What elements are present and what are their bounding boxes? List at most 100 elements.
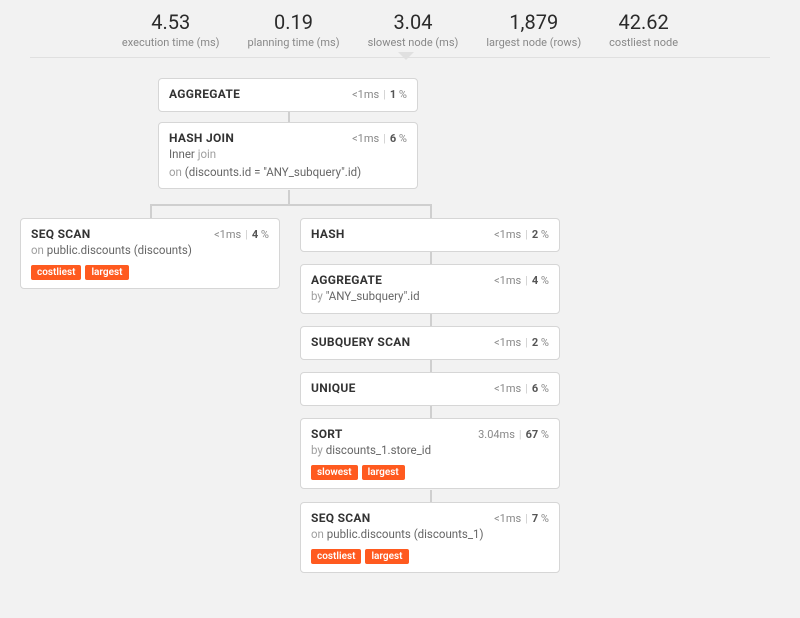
node-pct: 2 — [532, 228, 538, 241]
node-stats: <1ms|4 % — [214, 228, 269, 241]
stat-label: planning time (ms) — [248, 36, 340, 49]
node-subquery-scan[interactable]: SUBQUERY SCAN <1ms|2 % — [300, 326, 560, 360]
node-title: SEQ SCAN — [311, 511, 371, 525]
node-seq-scan-bottom[interactable]: SEQ SCAN <1ms|7 % on public.discounts (d… — [300, 502, 560, 573]
detail-text: Inner — [169, 147, 195, 161]
node-pct: 6 — [390, 132, 396, 145]
stat-execution-time: 4.53 execution time (ms) — [122, 10, 220, 49]
node-header: HASH JOIN <1ms|6 % — [169, 131, 407, 145]
node-title: SORT — [311, 427, 343, 441]
badge-costliest: costliest — [31, 265, 81, 280]
node-detail: on (discounts.id = "ANY_subquery".id) — [169, 165, 407, 181]
node-hash-join[interactable]: HASH JOIN <1ms|6 % Inner join on (discou… — [158, 122, 418, 189]
node-detail: by discounts_1.store_id — [311, 443, 549, 459]
node-title: SEQ SCAN — [31, 227, 91, 241]
node-pct: 4 — [252, 228, 258, 241]
node-stats: <1ms|7 % — [494, 512, 549, 525]
node-pct: 2 — [532, 336, 538, 349]
stat-costliest-node: 42.62 costliest node — [609, 10, 678, 49]
connector — [150, 204, 152, 218]
badges: slowest largest — [311, 465, 549, 480]
connector — [430, 314, 432, 326]
node-time: <1ms — [494, 382, 521, 395]
node-pct: 6 — [532, 382, 538, 395]
node-aggregate-inner[interactable]: AGGREGATE <1ms|4 % by "ANY_subquery".id — [300, 264, 560, 314]
stat-label: slowest node (ms) — [368, 36, 459, 49]
node-header: SEQ SCAN <1ms|4 % — [31, 227, 269, 241]
stat-label: costliest node — [609, 36, 678, 49]
node-hash[interactable]: HASH <1ms|2 % — [300, 218, 560, 252]
node-detail: on public.discounts (discounts) — [31, 243, 269, 259]
connector — [150, 204, 430, 206]
node-title: AGGREGATE — [169, 87, 240, 101]
stat-slowest-node: 3.04 slowest node (ms) — [368, 10, 459, 49]
node-time: <1ms — [494, 336, 521, 349]
node-pct: 67 — [526, 428, 539, 441]
node-time: <1ms — [494, 228, 521, 241]
stat-value: 1,879 — [486, 10, 581, 34]
node-time: <1ms — [352, 88, 379, 101]
stat-label: execution time (ms) — [122, 36, 220, 49]
node-pct: 4 — [532, 274, 538, 287]
detail-text: public.discounts (discounts_1) — [327, 527, 484, 541]
badge-largest: largest — [85, 265, 128, 280]
node-header: SUBQUERY SCAN <1ms|2 % — [311, 335, 549, 349]
connector — [288, 190, 290, 204]
detail-text: "ANY_subquery".id — [326, 289, 420, 303]
node-header: SORT 3.04ms|67 % — [311, 427, 549, 441]
node-sort[interactable]: SORT 3.04ms|67 % by discounts_1.store_id… — [300, 418, 560, 489]
connector — [430, 490, 432, 502]
node-time: <1ms — [352, 132, 379, 145]
node-aggregate-top[interactable]: AGGREGATE <1ms|1 % — [158, 78, 418, 112]
node-stats: <1ms|2 % — [494, 228, 549, 241]
stat-value: 0.19 — [248, 10, 340, 34]
node-time: <1ms — [494, 274, 521, 287]
node-pct: 7 — [532, 512, 538, 525]
node-time: 3.04ms — [478, 428, 515, 441]
node-header: AGGREGATE <1ms|1 % — [169, 87, 407, 101]
stat-label: largest node (rows) — [486, 36, 581, 49]
connector — [430, 360, 432, 372]
node-header: UNIQUE <1ms|6 % — [311, 381, 549, 395]
detail-kw: by — [311, 443, 323, 457]
node-detail: by "ANY_subquery".id — [311, 289, 549, 305]
plan-tree: AGGREGATE <1ms|1 % HASH JOIN <1ms|6 % In… — [0, 58, 800, 618]
node-time: <1ms — [214, 228, 241, 241]
node-stats: 3.04ms|67 % — [478, 428, 549, 441]
node-stats: <1ms|6 % — [352, 132, 407, 145]
node-detail: Inner join — [169, 147, 407, 163]
stat-value: 3.04 — [368, 10, 459, 34]
node-unique[interactable]: UNIQUE <1ms|6 % — [300, 372, 560, 406]
connector — [430, 252, 432, 264]
detail-kw: join — [198, 147, 216, 161]
node-title: HASH JOIN — [169, 131, 234, 145]
badges: costliest largest — [31, 265, 269, 280]
node-title: SUBQUERY SCAN — [311, 335, 410, 349]
badge-largest: largest — [365, 549, 408, 564]
stats-bar: 4.53 execution time (ms) 0.19 planning t… — [30, 0, 770, 58]
connector — [430, 204, 432, 218]
node-title: HASH — [311, 227, 345, 241]
stat-planning-time: 0.19 planning time (ms) — [248, 10, 340, 49]
connector — [288, 112, 290, 122]
badge-slowest: slowest — [311, 465, 358, 480]
detail-text: public.discounts (discounts) — [47, 243, 192, 257]
badge-largest: largest — [362, 465, 405, 480]
detail-kw: on — [31, 243, 44, 257]
detail-kw: on — [169, 165, 182, 179]
node-stats: <1ms|4 % — [494, 274, 549, 287]
connector — [430, 406, 432, 418]
node-header: HASH <1ms|2 % — [311, 227, 549, 241]
node-stats: <1ms|2 % — [494, 336, 549, 349]
stat-value: 4.53 — [122, 10, 220, 34]
node-header: AGGREGATE <1ms|4 % — [311, 273, 549, 287]
node-title: AGGREGATE — [311, 273, 382, 287]
detail-text: discounts_1.store_id — [326, 443, 431, 457]
node-stats: <1ms|1 % — [352, 88, 407, 101]
node-seq-scan-left[interactable]: SEQ SCAN <1ms|4 % on public.discounts (d… — [20, 218, 280, 289]
badge-costliest: costliest — [311, 549, 361, 564]
badges: costliest largest — [311, 549, 549, 564]
node-stats: <1ms|6 % — [494, 382, 549, 395]
node-detail: on public.discounts (discounts_1) — [311, 527, 549, 543]
detail-kw: on — [311, 527, 324, 541]
